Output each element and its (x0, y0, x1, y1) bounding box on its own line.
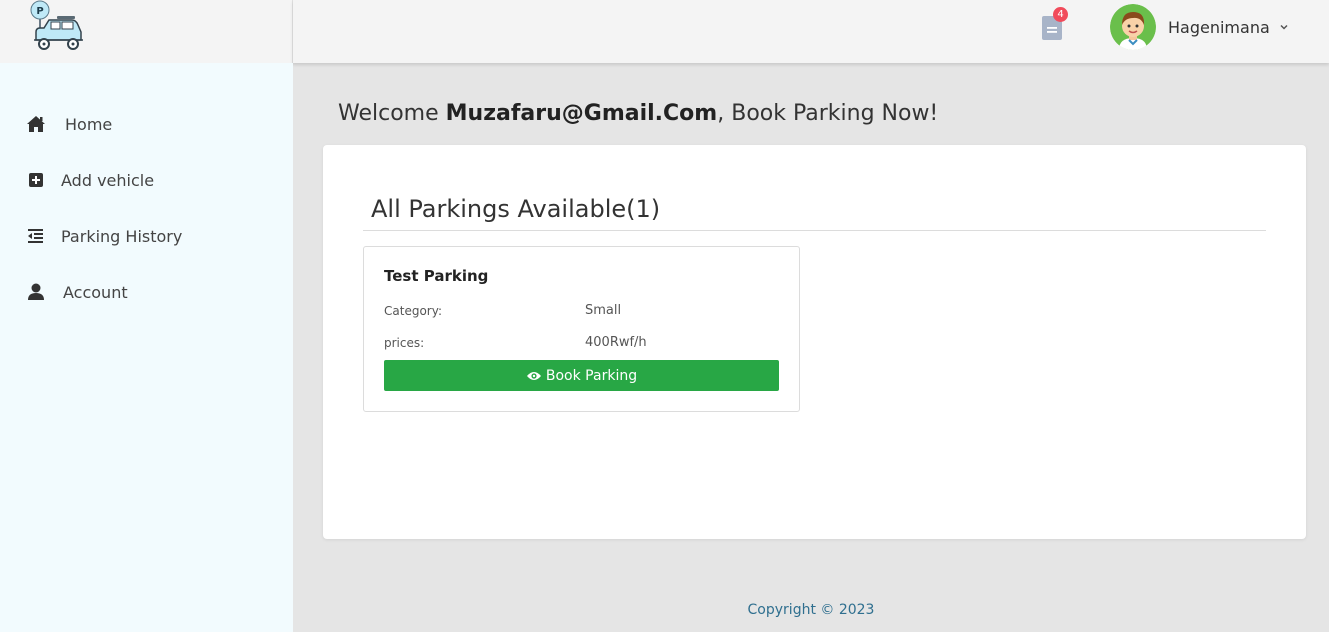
parking-name: Test Parking (384, 267, 489, 285)
welcome-email: Muzafaru@Gmail.Com (445, 101, 718, 126)
user-name: Hagenimana (1168, 17, 1270, 37)
footer-copyright: Copyright © 2023 (747, 602, 875, 618)
chevron-down-icon (1280, 24, 1288, 30)
sidebar-item-label: Parking History (61, 226, 183, 246)
user-menu[interactable]: Hagenimana (1110, 4, 1289, 50)
topbar-brand: P (0, 0, 293, 63)
sidebar-item-label: Add vehicle (61, 170, 155, 190)
sidebar-item-label: Home (65, 114, 113, 134)
sidebar-item-add-vehicle[interactable]: Add vehicle (26, 170, 154, 190)
home-icon (27, 116, 45, 132)
price-value: 400Rwf/h (585, 335, 647, 350)
sidebar-item-account[interactable]: Account (26, 282, 128, 302)
section-title: All Parkings Available(1) (371, 195, 661, 223)
sidebar-item-parking-history[interactable]: Parking History (26, 226, 182, 246)
outdent-icon (28, 229, 43, 243)
welcome-prefix: Welcome (338, 101, 446, 126)
sidebar-item-home[interactable]: Home (26, 114, 112, 134)
eye-icon (526, 371, 541, 380)
sidebar-item-label: Account (63, 282, 128, 302)
page-title: Welcome Muzafaru@Gmail.Com, Book Parking… (338, 101, 938, 126)
book-parking-label: Book Parking (545, 367, 638, 384)
parkings-panel: All Parkings Available(1) Test Parking C… (323, 145, 1306, 539)
user-icon (28, 283, 44, 300)
plus-square-icon (29, 173, 43, 187)
sidebar: Home Add vehicle Parking History Account (0, 63, 293, 632)
category-label: Category: (384, 304, 442, 318)
prices-label: prices: (384, 336, 425, 350)
notification-count-badge: 4 (1053, 7, 1068, 22)
book-parking-button[interactable]: Book Parking (384, 360, 779, 391)
divider (363, 230, 1266, 231)
logo-p-letter: P (36, 6, 43, 17)
parking-card: Test Parking Category: Small prices: 400… (363, 246, 800, 412)
parking-car-logo-icon[interactable]: P (26, 0, 86, 56)
avatar (1110, 4, 1156, 50)
welcome-suffix: , Book Parking Now! (717, 101, 939, 126)
category-value: Small (585, 303, 622, 318)
